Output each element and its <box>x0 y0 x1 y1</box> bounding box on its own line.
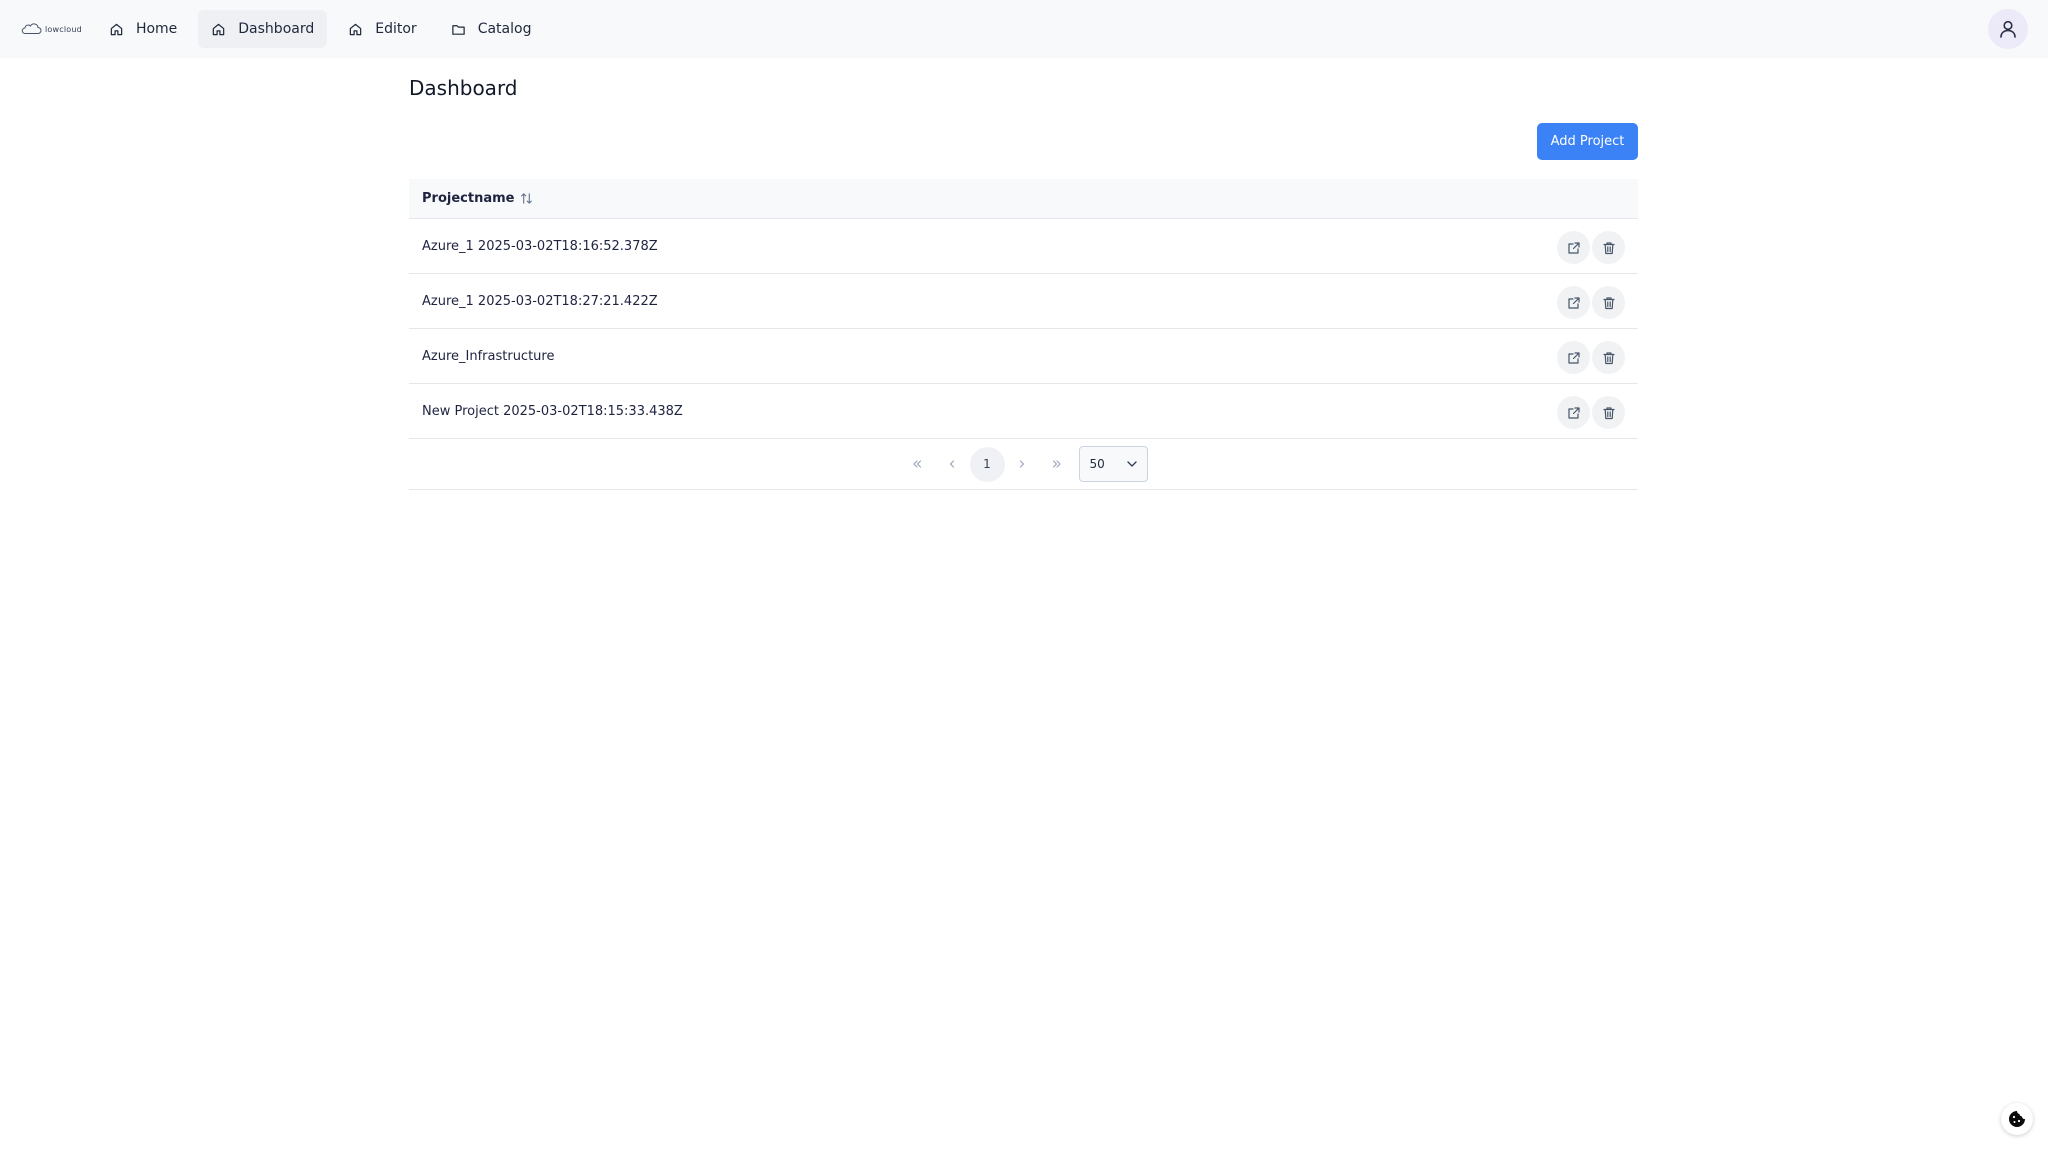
delete-project-button[interactable] <box>1592 396 1625 429</box>
add-project-button[interactable]: Add Project <box>1537 123 1638 160</box>
folder-icon <box>451 22 466 37</box>
chevron-left-icon <box>949 460 955 468</box>
page-size-value: 50 <box>1089 457 1105 471</box>
open-project-button[interactable] <box>1557 341 1590 374</box>
last-page-button[interactable] <box>1040 447 1075 482</box>
pagination: 1 50 <box>409 439 1638 490</box>
row-actions <box>1557 231 1625 264</box>
projects-table: Projectname Azure_1 2025-03-02T18:16:52.… <box>409 179 1638 490</box>
cloud-logo-icon <box>21 23 42 34</box>
home-icon <box>211 22 226 37</box>
nav-item-editor[interactable]: Editor <box>335 10 429 48</box>
page-number-button[interactable]: 1 <box>969 446 1005 482</box>
nav-item-home[interactable]: Home <box>96 10 190 48</box>
trash-icon <box>1602 296 1615 309</box>
trash-icon <box>1602 351 1615 364</box>
project-name: Azure_1 2025-03-02T18:27:21.422Z <box>422 293 658 309</box>
external-link-icon <box>1567 406 1580 419</box>
trash-icon <box>1602 241 1615 254</box>
open-project-button[interactable] <box>1557 396 1590 429</box>
nav-item-label: Catalog <box>477 21 532 37</box>
brand-name: lowcloud <box>45 24 82 34</box>
nav-item-label: Editor <box>375 21 417 37</box>
page-size-select[interactable]: 50 <box>1078 446 1148 482</box>
delete-project-button[interactable] <box>1592 286 1625 319</box>
table-row: Azure_Infrastructure <box>409 329 1638 384</box>
delete-project-button[interactable] <box>1592 231 1625 264</box>
open-project-button[interactable] <box>1557 231 1590 264</box>
table-row: New Project 2025-03-02T18:15:33.438Z <box>409 384 1638 439</box>
chevrons-right-icon <box>1052 460 1061 468</box>
table-row: Azure_1 2025-03-02T18:16:52.378Z <box>409 219 1638 274</box>
cookie-settings-button[interactable] <box>2001 1103 2033 1135</box>
nav-item-catalog[interactable]: Catalog <box>438 10 545 48</box>
project-name: Azure_Infrastructure <box>422 348 555 364</box>
first-page-button[interactable] <box>900 447 935 482</box>
row-actions <box>1557 341 1625 374</box>
external-link-icon <box>1567 351 1580 364</box>
nav-item-label: Home <box>135 21 178 37</box>
external-link-icon <box>1567 241 1580 254</box>
column-header-projectname[interactable]: Projectname <box>422 191 514 206</box>
sort-icon[interactable] <box>520 192 533 205</box>
brand-logo[interactable]: lowcloud <box>20 17 82 41</box>
table-row: Azure_1 2025-03-02T18:27:21.422Z <box>409 274 1638 329</box>
user-icon <box>2000 20 2016 38</box>
chevrons-left-icon <box>913 460 922 468</box>
row-actions <box>1557 396 1625 429</box>
next-page-button[interactable] <box>1005 447 1040 482</box>
cookie-icon <box>2009 1111 2025 1127</box>
open-project-button[interactable] <box>1557 286 1590 319</box>
table-header: Projectname <box>409 179 1638 219</box>
prev-page-button[interactable] <box>935 447 970 482</box>
nav-item-dashboard[interactable]: Dashboard <box>198 10 328 48</box>
nav-item-label: Dashboard <box>238 21 315 37</box>
top-navbar: lowcloud Home Dashboard Editor Catalog <box>0 0 2048 58</box>
home-icon <box>348 22 363 37</box>
user-avatar-button[interactable] <box>1988 9 2028 49</box>
home-icon <box>109 22 124 37</box>
chevron-right-icon <box>1019 460 1025 468</box>
chevron-down-icon <box>1126 461 1137 467</box>
delete-project-button[interactable] <box>1592 341 1625 374</box>
project-name: New Project 2025-03-02T18:15:33.438Z <box>422 403 683 419</box>
external-link-icon <box>1567 296 1580 309</box>
trash-icon <box>1602 406 1615 419</box>
row-actions <box>1557 286 1625 319</box>
page-title: Dashboard <box>409 76 518 100</box>
project-name: Azure_1 2025-03-02T18:16:52.378Z <box>422 238 658 254</box>
